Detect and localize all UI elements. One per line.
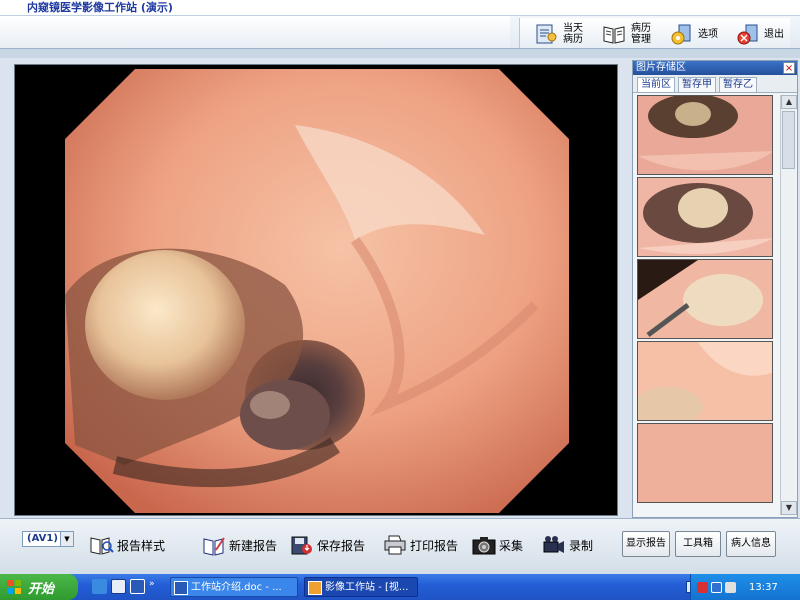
thumbnail-scrollbar[interactable]: ▲ ▼ bbox=[780, 95, 797, 515]
start-button[interactable]: 开始 bbox=[0, 574, 78, 600]
thumbnail-image[interactable] bbox=[637, 95, 773, 175]
new-report-button[interactable]: 新建报告 bbox=[202, 533, 277, 557]
scrollbar-thumb[interactable] bbox=[782, 111, 795, 169]
toolbar-strip bbox=[0, 16, 510, 49]
thumbnail-image[interactable] bbox=[637, 259, 773, 339]
system-tray: 13:37 bbox=[690, 574, 800, 600]
patient-record-icon bbox=[534, 22, 558, 46]
desktop-icon[interactable] bbox=[111, 579, 126, 594]
document-icon bbox=[174, 581, 188, 595]
print-report-button[interactable]: 打印报告 bbox=[383, 533, 458, 557]
start-label: 开始 bbox=[28, 581, 55, 597]
options-icon bbox=[670, 22, 694, 46]
record-management-label: 病历管理 bbox=[631, 23, 651, 45]
record-button[interactable]: 录制 bbox=[542, 533, 593, 557]
quick-launch: » bbox=[92, 579, 159, 594]
record-management-button[interactable]: 病历管理 bbox=[596, 18, 658, 50]
exit-icon bbox=[736, 22, 760, 46]
toolbar-separator bbox=[0, 48, 800, 58]
bottom-toolbar: (AV1) ▼ 报告样式 新建报告 保存报告 打印报告 采集 录制 显示报告 工… bbox=[0, 518, 800, 574]
taskbar-item-workstation[interactable]: 影像工作站 - [视... bbox=[304, 577, 418, 597]
book-search-icon bbox=[90, 534, 114, 556]
tab-temp-b[interactable]: 暂存乙 bbox=[719, 77, 757, 92]
taskbar-item-doc-label: 工作站介绍.doc - ... bbox=[191, 582, 282, 593]
printer-icon bbox=[383, 534, 407, 556]
endoscope-video-view[interactable] bbox=[14, 64, 618, 516]
save-report-icon bbox=[290, 534, 314, 556]
word-icon[interactable] bbox=[130, 579, 145, 594]
exit-label: 退出 bbox=[764, 28, 784, 40]
capture-label: 采集 bbox=[499, 538, 524, 553]
today-records-label: 当天病历 bbox=[563, 23, 583, 45]
toolbar-buttons: 当天病历 病历管理 选项 退出 bbox=[519, 18, 790, 50]
options-button[interactable]: 选项 bbox=[664, 18, 724, 50]
save-report-button[interactable]: 保存报告 bbox=[290, 533, 365, 557]
scroll-up-icon[interactable]: ▲ bbox=[781, 95, 797, 109]
windows-taskbar: 开始 » 工作站介绍.doc - ... 影像工作站 - [视... 13:37 bbox=[0, 574, 800, 600]
new-report-label: 新建报告 bbox=[229, 538, 278, 553]
patient-info-button[interactable]: 病人信息 bbox=[726, 531, 776, 557]
exit-button[interactable]: 退出 bbox=[730, 18, 790, 50]
clock: 13:37 bbox=[749, 581, 778, 593]
browser-icon[interactable] bbox=[92, 579, 107, 594]
toolbox-button[interactable]: 工具箱 bbox=[675, 531, 721, 557]
show-report-button[interactable]: 显示报告 bbox=[622, 531, 670, 557]
taskbar-item-doc[interactable]: 工作站介绍.doc - ... bbox=[170, 577, 298, 597]
storage-tabs: 当前区 暂存甲 暂存乙 bbox=[633, 75, 797, 93]
image-storage-panel: 图片存储区 × 当前区 暂存甲 暂存乙 ▲ ▼ bbox=[632, 60, 798, 518]
security-icon[interactable] bbox=[697, 581, 708, 593]
video-camera-icon bbox=[542, 534, 566, 556]
thumbnail-image[interactable] bbox=[637, 341, 773, 421]
book-icon bbox=[602, 22, 626, 46]
tab-current[interactable]: 当前区 bbox=[637, 77, 675, 92]
camera-icon bbox=[472, 534, 496, 556]
window-title: 内窥镜医学影像工作站 (演示) bbox=[27, 1, 173, 14]
video-source-select[interactable]: (AV1) ▼ bbox=[22, 531, 74, 547]
today-records-button[interactable]: 当天病历 bbox=[528, 18, 590, 50]
storage-title: 图片存储区 bbox=[636, 62, 686, 73]
scroll-down-icon[interactable]: ▼ bbox=[781, 501, 797, 515]
print-report-label: 打印报告 bbox=[410, 538, 459, 553]
title-bar: 内窥镜医学影像工作站 (演示) bbox=[0, 0, 800, 15]
main-area: 图片存储区 × 当前区 暂存甲 暂存乙 ▲ ▼ bbox=[0, 58, 800, 518]
tab-temp-a[interactable]: 暂存甲 bbox=[678, 77, 716, 92]
app-icon bbox=[308, 581, 322, 595]
thumbnail-image[interactable] bbox=[637, 177, 773, 257]
new-report-icon bbox=[202, 534, 226, 556]
windows-logo-icon bbox=[6, 579, 22, 595]
storage-header: 图片存储区 × bbox=[633, 61, 797, 75]
report-style-button[interactable]: 报告样式 bbox=[90, 533, 165, 557]
record-label: 录制 bbox=[569, 538, 594, 553]
more-icon[interactable]: » bbox=[149, 579, 159, 594]
capture-button[interactable]: 采集 bbox=[472, 533, 523, 557]
video-source-value: (AV1) bbox=[27, 533, 58, 544]
save-report-label: 保存报告 bbox=[317, 538, 366, 553]
chevron-down-icon[interactable]: ▼ bbox=[60, 532, 73, 546]
network-icon[interactable] bbox=[711, 581, 722, 593]
volume-icon[interactable] bbox=[725, 581, 736, 593]
thumbnail-image[interactable] bbox=[637, 423, 773, 503]
close-icon[interactable]: × bbox=[783, 62, 795, 74]
options-label: 选项 bbox=[698, 28, 718, 40]
taskbar-item-workstation-label: 影像工作站 - [视... bbox=[325, 582, 409, 593]
thumbnail-list bbox=[635, 95, 775, 515]
report-style-label: 报告样式 bbox=[117, 538, 166, 553]
